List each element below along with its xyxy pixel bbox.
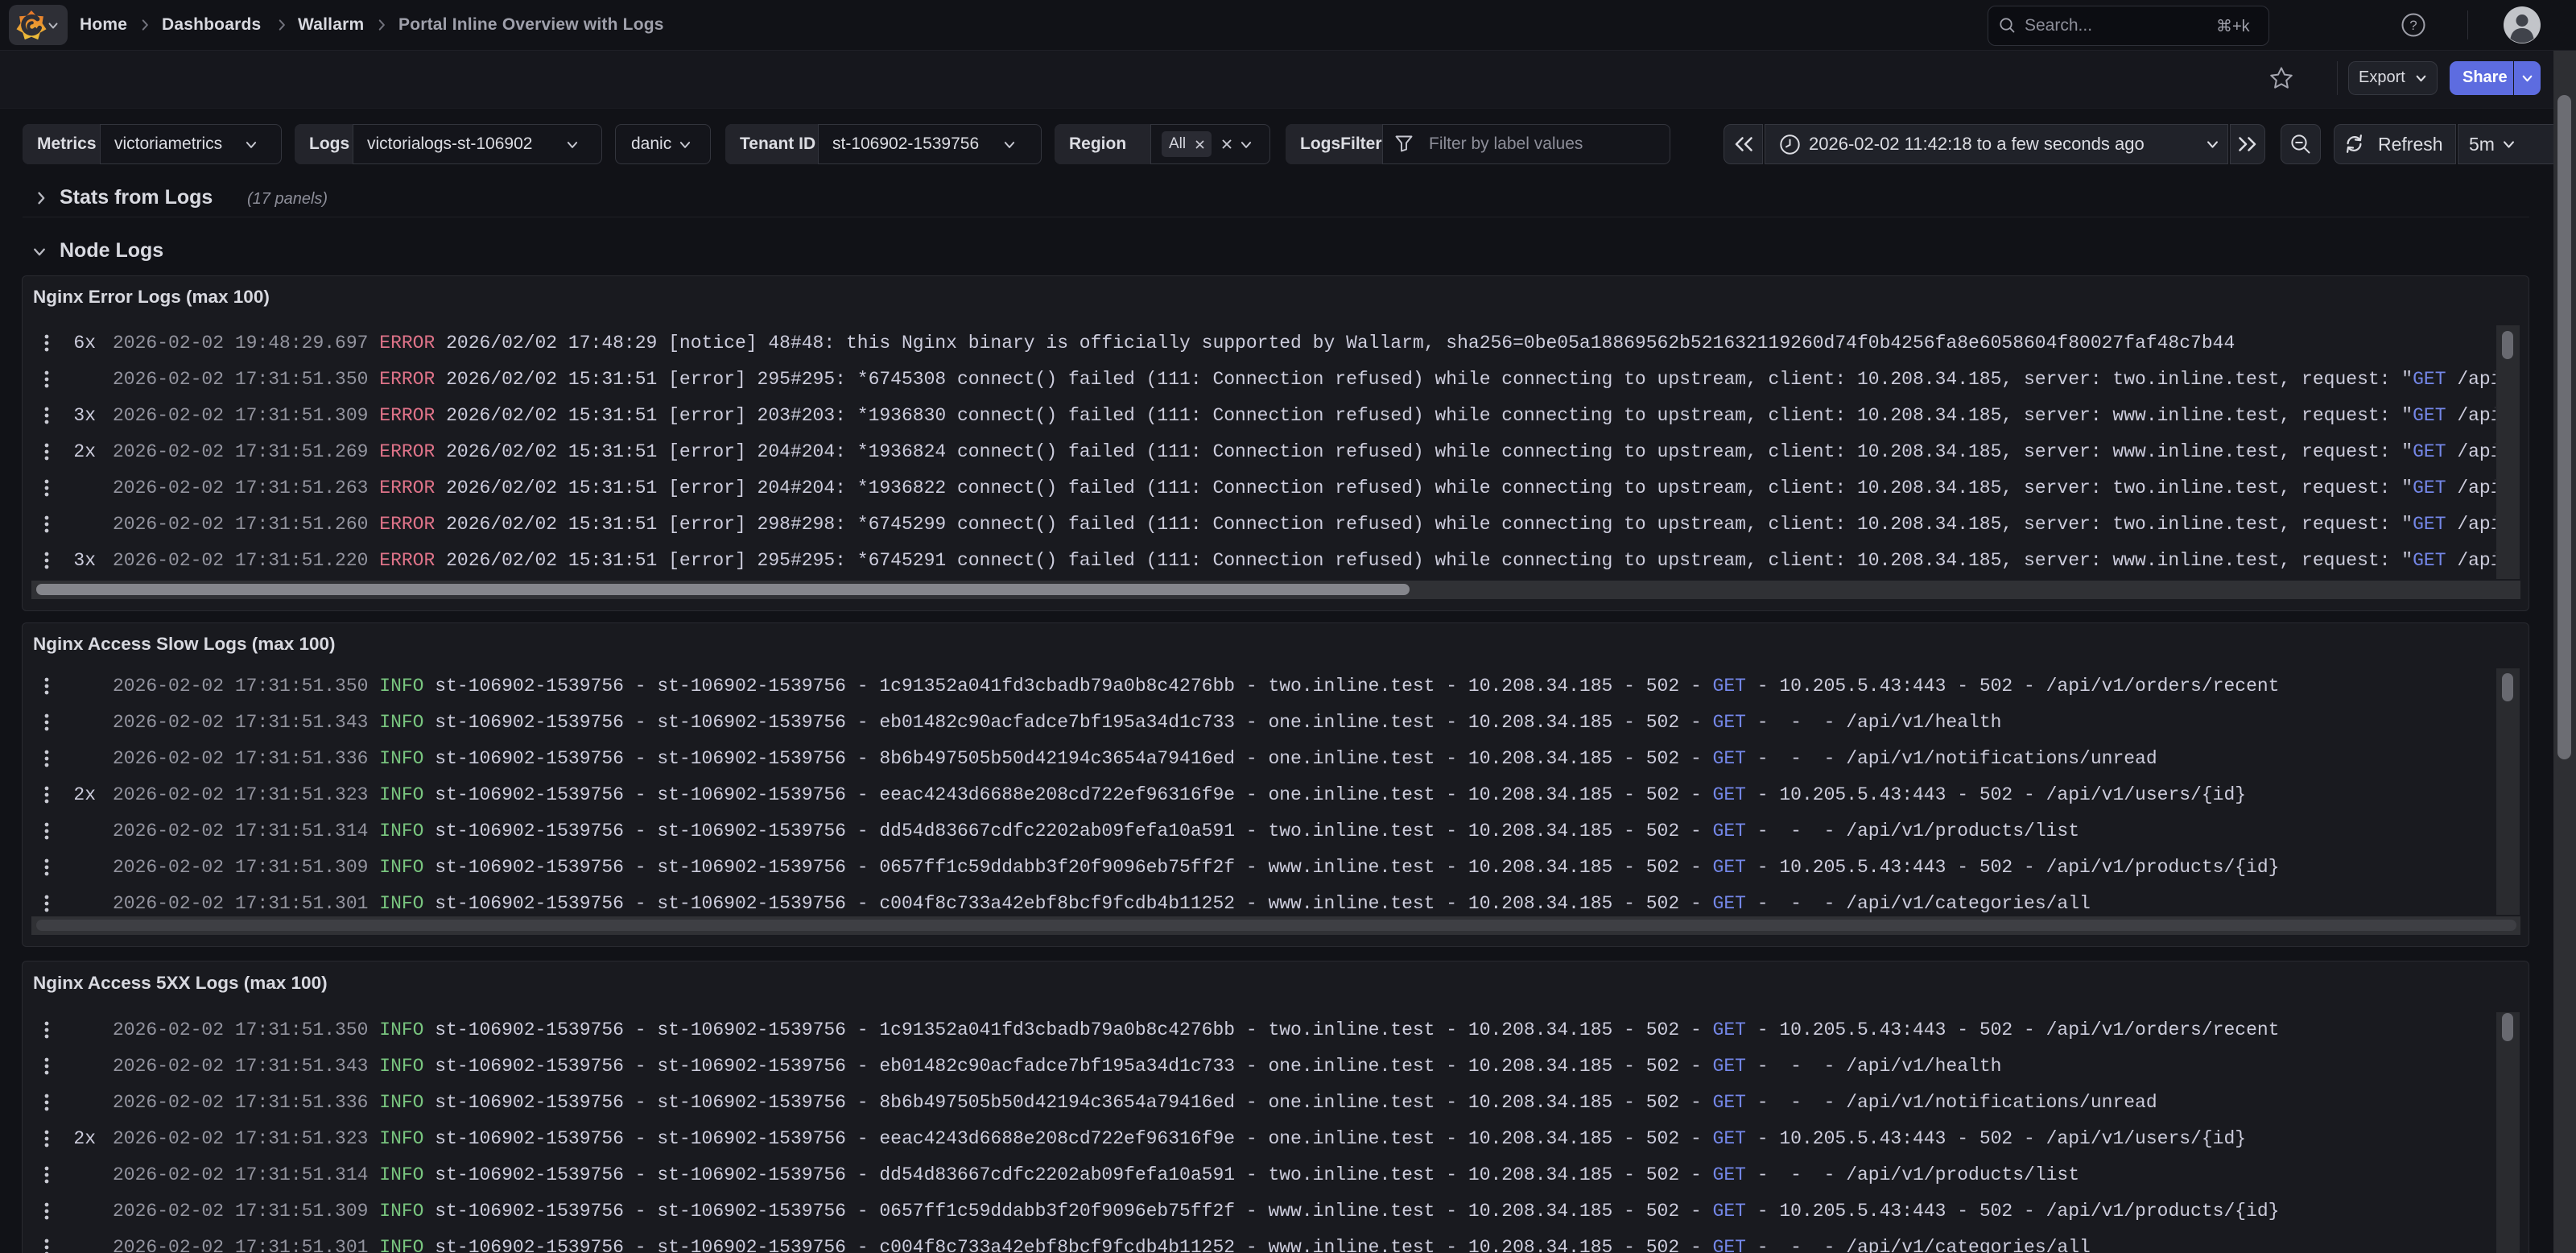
svg-text:?: ?: [2409, 18, 2417, 33]
